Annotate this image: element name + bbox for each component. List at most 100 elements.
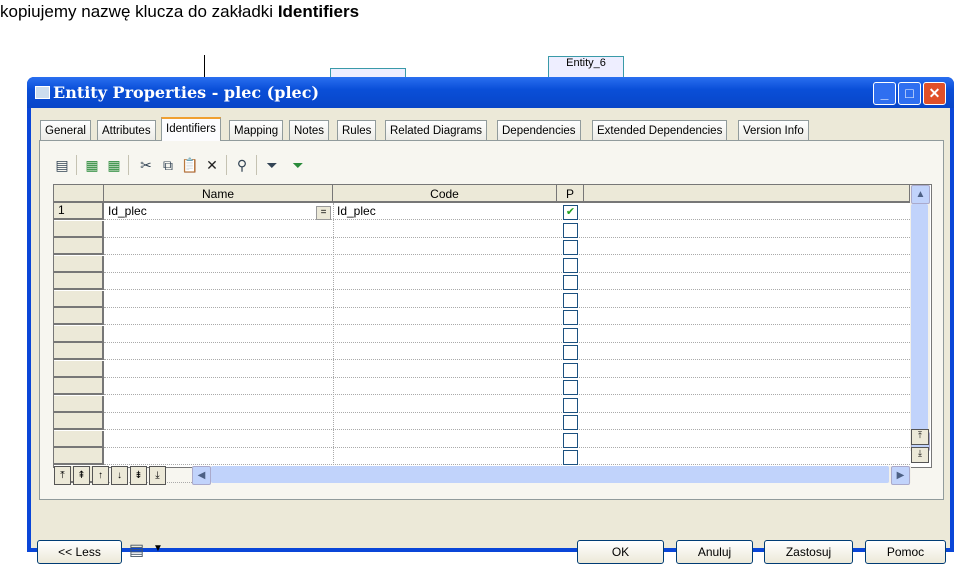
title-bar[interactable]: Entity Properties - plec (plec) _ □ ✕: [27, 77, 954, 108]
row-header[interactable]: [54, 308, 104, 325]
row-divider: [104, 324, 910, 325]
primary-checkbox[interactable]: [563, 345, 578, 360]
primary-checkbox[interactable]: [563, 362, 578, 378]
primary-checkbox[interactable]: [563, 450, 578, 465]
copy-icon[interactable]: ⧉: [158, 155, 178, 175]
tab-rules[interactable]: Rules: [337, 120, 377, 140]
primary-checkbox[interactable]: [563, 380, 578, 395]
dropdown-arrow-icon[interactable]: ▼: [153, 543, 163, 554]
filter-check-icon[interactable]: ⏷: [288, 155, 308, 175]
paste-icon[interactable]: 📋: [180, 155, 200, 175]
dialog-body: General Attributes Identifiers Mapping N…: [31, 108, 950, 564]
row-header[interactable]: [54, 378, 104, 395]
row-divider: [104, 464, 910, 465]
primary-checkbox[interactable]: [563, 432, 578, 448]
primary-checkbox[interactable]: [563, 275, 578, 290]
scroll-left-button[interactable]: ◀: [192, 466, 211, 485]
primary-checkbox[interactable]: [563, 327, 578, 343]
row-header[interactable]: [54, 395, 104, 413]
tab-notes[interactable]: Notes: [289, 120, 330, 140]
row-divider: [104, 254, 910, 255]
primary-checkbox[interactable]: [563, 240, 578, 255]
primary-checkbox[interactable]: ✔: [563, 205, 578, 220]
row-divider: [104, 446, 910, 448]
apply-button[interactable]: Zastosuj: [764, 540, 853, 564]
less-button[interactable]: << Less: [37, 540, 122, 564]
find-icon[interactable]: ⚲: [232, 155, 252, 175]
row-header[interactable]: [54, 220, 104, 238]
row-header-corner: [54, 185, 104, 203]
name-cell-input[interactable]: Id_plec: [108, 204, 147, 218]
tab-general[interactable]: General: [40, 120, 91, 140]
row-header[interactable]: [54, 273, 104, 290]
row-divider: [104, 271, 910, 273]
delete-icon[interactable]: ✕: [202, 155, 222, 175]
row-header[interactable]: [54, 238, 104, 255]
move-last-button[interactable]: ⤓: [911, 447, 929, 463]
tab-related-diagrams[interactable]: Related Diagrams: [385, 120, 488, 140]
insert-row-icon[interactable]: ▦: [82, 155, 102, 175]
move-top-button[interactable]: ⤒: [54, 466, 71, 485]
horizontal-scrollbar[interactable]: ◀ ▶: [192, 466, 911, 485]
primary-checkbox[interactable]: [563, 222, 578, 238]
row-divider: [104, 411, 910, 413]
column-header-name[interactable]: Name: [104, 185, 333, 203]
tab-dependencies[interactable]: Dependencies: [497, 120, 581, 140]
ok-button[interactable]: OK: [577, 540, 664, 564]
row-divider: [104, 341, 910, 343]
move-page-down-button[interactable]: ⇟: [130, 466, 147, 485]
column-header-empty: [584, 185, 910, 203]
row-header[interactable]: [54, 413, 104, 430]
primary-checkbox[interactable]: [563, 292, 578, 308]
code-cell[interactable]: Id_plec: [337, 204, 376, 218]
vertical-scroll-thumb[interactable]: [911, 204, 928, 430]
horizontal-scroll-thumb[interactable]: [211, 466, 889, 483]
move-up-button[interactable]: ↑: [92, 466, 109, 485]
maximize-button[interactable]: □: [898, 82, 921, 105]
scroll-up-button[interactable]: ▲: [911, 185, 930, 204]
row-header[interactable]: [54, 325, 104, 343]
row-header[interactable]: [54, 343, 104, 360]
cancel-button[interactable]: Anuluj: [676, 540, 753, 564]
row-divider: [104, 359, 910, 360]
move-down-button[interactable]: ↓: [111, 466, 128, 485]
row-header[interactable]: [54, 448, 104, 465]
properties-icon[interactable]: ▤: [52, 155, 72, 175]
tab-version-info[interactable]: Version Info: [738, 120, 809, 140]
filter-icon[interactable]: ⏷: [262, 155, 282, 175]
row-header[interactable]: [54, 255, 104, 273]
row-header[interactable]: 1: [54, 203, 104, 220]
print-icon[interactable]: ▤: [129, 540, 144, 560]
tab-identifiers[interactable]: Identifiers: [161, 117, 221, 141]
scroll-right-button[interactable]: ▶: [891, 466, 910, 485]
entity-properties-window: Entity Properties - plec (plec) _ □ ✕ Ge…: [27, 77, 954, 564]
identifiers-grid: Name Code P 1 ✔ Id_plec = Id_plec ▲ ▼ ⤒ ⤓…: [53, 184, 932, 485]
close-button[interactable]: ✕: [923, 82, 946, 105]
tab-mapping[interactable]: Mapping: [229, 120, 284, 140]
primary-checkbox[interactable]: [563, 415, 578, 430]
column-header-p[interactable]: P: [557, 185, 584, 203]
move-bottom-button[interactable]: ⤓: [149, 466, 166, 485]
help-button[interactable]: Pomoc: [865, 540, 946, 564]
toolbar-separator: [256, 155, 257, 175]
row-header[interactable]: [54, 290, 104, 308]
primary-checkbox[interactable]: [563, 397, 578, 413]
row-header[interactable]: [54, 360, 104, 378]
primary-checkbox[interactable]: [563, 310, 578, 325]
column-header-code[interactable]: Code: [333, 185, 557, 203]
add-row-icon[interactable]: ▦: [104, 155, 124, 175]
identifiers-panel: ▤ ▦ ▦ ✂ ⧉ 📋 ✕ ⚲ ⏷ ⏷ Name Code P 1 ✔ Id_pl…: [39, 140, 944, 500]
minimize-button[interactable]: _: [873, 82, 896, 105]
row-header[interactable]: [54, 430, 104, 448]
move-page-up-button[interactable]: ⇞: [73, 466, 90, 485]
row-divider: [104, 306, 910, 308]
vertical-scrollbar[interactable]: ▲ ▼: [910, 185, 930, 451]
ellipsis-button[interactable]: =: [316, 206, 331, 220]
cut-icon[interactable]: ✂: [136, 155, 156, 175]
caption-text: kopiujemy nazwę klucza do zakładki Ident…: [0, 2, 360, 21]
tab-extended-dependencies[interactable]: Extended Dependencies: [592, 120, 728, 140]
move-first-button[interactable]: ⤒: [911, 429, 929, 445]
diagram-entity-6: Entity_6: [548, 56, 624, 79]
tab-attributes[interactable]: Attributes: [97, 120, 156, 140]
primary-checkbox[interactable]: [563, 257, 578, 273]
